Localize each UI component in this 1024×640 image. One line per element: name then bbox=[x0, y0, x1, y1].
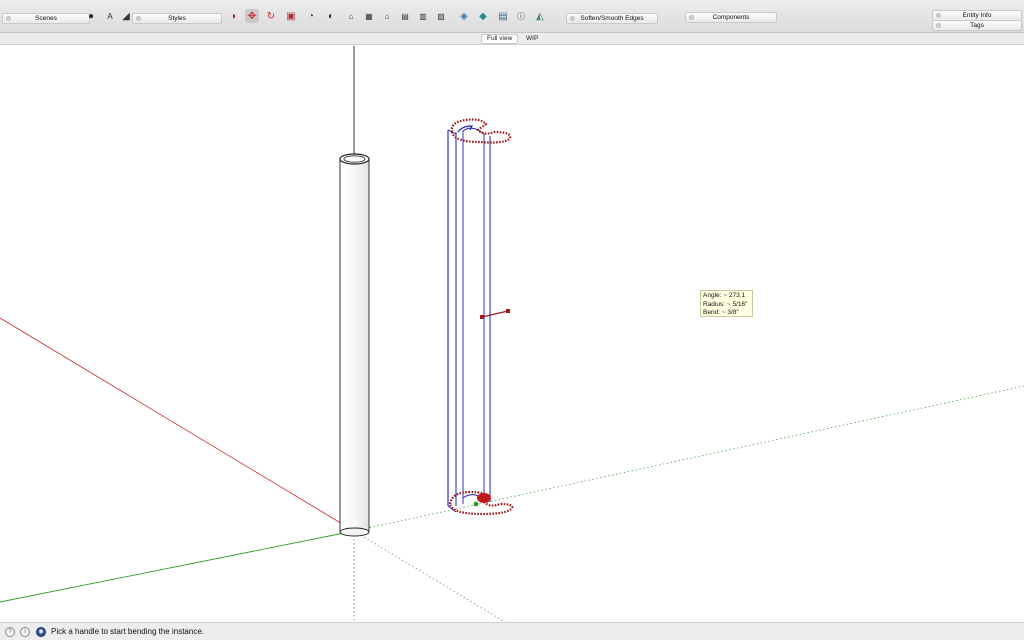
view-right-icon[interactable]: ▤ bbox=[398, 9, 412, 23]
components-label: Components bbox=[712, 14, 750, 21]
scenes-label: Scenes bbox=[35, 15, 57, 22]
panel-close-dot[interactable] bbox=[136, 16, 141, 21]
bend-tooltip: Angle: ~ 273.1 Radius: ~ 5/16" Bend: ~ 3… bbox=[700, 290, 753, 317]
panel-close-dot[interactable] bbox=[689, 15, 694, 20]
viewport-canvas[interactable] bbox=[0, 46, 1024, 623]
section-icon[interactable]: ◈ bbox=[457, 9, 471, 23]
tooltip-angle: Angle: ~ 273.1 bbox=[703, 292, 746, 299]
view-iso-icon[interactable]: ⌂ bbox=[344, 9, 358, 23]
arc-icon[interactable]: ◗ bbox=[227, 9, 241, 23]
soften-edges-panel-tab[interactable]: Soften/Smooth Edges bbox=[566, 13, 658, 24]
styles-panel-tab[interactable]: Styles bbox=[132, 13, 222, 24]
info-icon[interactable]: ⓘ bbox=[514, 9, 528, 23]
globe-icon[interactable]: ◉ bbox=[36, 627, 46, 637]
tab-full-view[interactable]: Full view bbox=[481, 34, 519, 44]
status-message: Pick a handle to start bending the insta… bbox=[51, 627, 204, 636]
selected-pipe-instance[interactable] bbox=[447, 127, 491, 513]
tooltip-radius: Radius: ~ 5/16" bbox=[703, 300, 748, 308]
panel-close-dot[interactable] bbox=[6, 16, 11, 21]
scale-icon[interactable]: ▣ bbox=[284, 9, 298, 23]
tags-panel-tab[interactable]: Tags bbox=[932, 20, 1022, 31]
stack-icon[interactable]: ▤ bbox=[496, 9, 510, 23]
view-top-icon[interactable]: ▦ bbox=[362, 9, 376, 23]
view-back-icon[interactable]: ▥ bbox=[416, 9, 430, 23]
tooltip-bend: Bend: ~ 3/8" bbox=[703, 309, 739, 316]
offset-icon[interactable]: ◔ bbox=[304, 9, 318, 23]
move-icon[interactable]: ✥ bbox=[245, 9, 259, 23]
rotate-icon[interactable]: ↻ bbox=[264, 9, 278, 23]
status-bar: ? i ◉ Pick a handle to start bending the… bbox=[0, 622, 1024, 640]
entity-info-label: Entity Info bbox=[962, 12, 992, 19]
info-icon[interactable]: i bbox=[20, 627, 30, 637]
panel-close-dot[interactable] bbox=[936, 13, 941, 18]
scenes-panel-tab[interactable]: Scenes bbox=[2, 13, 90, 24]
panel-close-dot[interactable] bbox=[570, 16, 575, 21]
green-axis bbox=[0, 530, 355, 603]
help-icon[interactable]: ? bbox=[5, 627, 15, 637]
styles-icon[interactable]: ● bbox=[84, 9, 98, 23]
red-axis-dotted bbox=[353, 530, 506, 623]
model-viewport[interactable]: Angle: ~ 273.1 Radius: ~ 5/16" Bend: ~ 3… bbox=[0, 46, 1024, 623]
panel-close-dot[interactable] bbox=[936, 23, 941, 28]
paint-icon[interactable]: ◢ bbox=[119, 9, 133, 23]
view-front-icon[interactable]: ⌂ bbox=[380, 9, 394, 23]
tags-label: Tags bbox=[970, 22, 984, 29]
bend-handle-arc-bottom[interactable] bbox=[448, 490, 514, 516]
bend-handle-arc-top[interactable] bbox=[450, 118, 512, 144]
tab-wip[interactable]: WIP bbox=[521, 34, 543, 44]
soften-label: Soften/Smooth Edges bbox=[580, 15, 644, 22]
red-axis bbox=[0, 317, 355, 532]
pipe-component[interactable] bbox=[339, 153, 370, 537]
components-panel-tab[interactable]: Components bbox=[685, 12, 777, 23]
scene-tabs-bar: Full view WIP bbox=[0, 33, 1024, 45]
extension-icon[interactable]: ◭ bbox=[533, 9, 547, 23]
bend-handle-middle[interactable] bbox=[480, 309, 510, 319]
view-left-icon[interactable]: ▧ bbox=[434, 9, 448, 23]
layers-icon[interactable]: ◆ bbox=[476, 9, 490, 23]
text-icon[interactable]: A bbox=[103, 9, 117, 23]
camera-icon[interactable]: ◐ bbox=[324, 9, 338, 23]
styles-label: Styles bbox=[168, 15, 186, 22]
main-toolbar: Scenes ● A ◢ Styles ◗ ✥ ↻ ▣ ◔ ◐ ⌂ ▦ ⌂ ▤ … bbox=[0, 0, 1024, 33]
